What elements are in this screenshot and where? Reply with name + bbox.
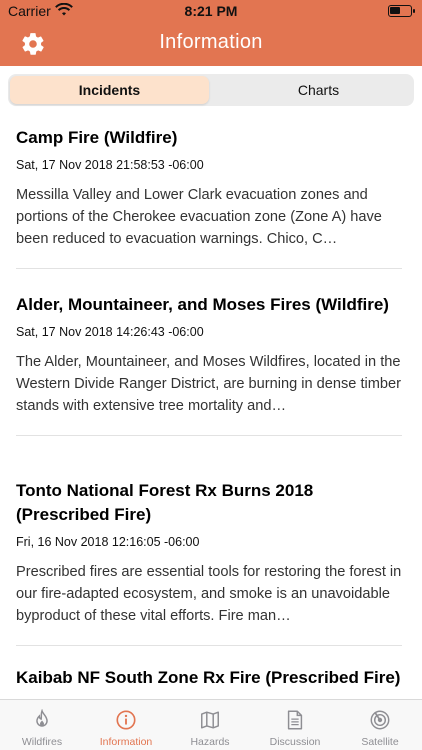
- tab-label: Satellite: [361, 736, 399, 748]
- list-item[interactable]: Alder, Mountaineer, and Moses Fires (Wil…: [0, 279, 422, 465]
- tab-label: Hazards: [190, 736, 230, 748]
- incident-date: Sat, 17 Nov 2018 21:58:53 -06:00: [16, 158, 204, 172]
- incident-description: Prescribed fires are essential tools for…: [16, 564, 402, 624]
- tab-bar: Wildfires Information Hazards Discussion: [0, 699, 422, 750]
- status-bar: Carrier 8:21 PM: [0, 0, 422, 22]
- tab-hazards[interactable]: Hazards: [168, 700, 252, 750]
- incident-title: Alder, Mountaineer, and Moses Fires (Wil…: [16, 295, 389, 314]
- segment-charts[interactable]: Charts: [219, 76, 418, 104]
- info-icon: [116, 710, 136, 730]
- incident-description: The Alder, Mountaineer, and Moses Wildfi…: [16, 354, 402, 414]
- incident-list[interactable]: Camp Fire (Wildfire) Sat, 17 Nov 2018 21…: [0, 112, 422, 699]
- tab-label: Discussion: [269, 736, 321, 748]
- status-time: 8:21 PM: [184, 3, 238, 19]
- flame-icon: [36, 709, 48, 727]
- tab-discussion[interactable]: Discussion: [253, 700, 337, 750]
- segmented-control: Incidents Charts: [8, 74, 414, 106]
- incident-title: Kaibab NF South Zone Rx Fire (Prescribed…: [16, 668, 401, 687]
- satellite-icon: [370, 710, 390, 730]
- tab-label: Information: [99, 736, 153, 748]
- divider: [16, 268, 402, 269]
- list-item[interactable]: Tonto National Forest Rx Burns 2018 (Pre…: [0, 465, 422, 652]
- list-item[interactable]: Kaibab NF South Zone Rx Fire (Prescribed…: [0, 652, 422, 690]
- incident-date: Fri, 16 Nov 2018 12:16:05 -06:00: [16, 535, 200, 549]
- document-icon: [287, 710, 303, 730]
- nav-bar: Information: [0, 22, 422, 66]
- list-item[interactable]: Camp Fire (Wildfire) Sat, 17 Nov 2018 21…: [0, 112, 422, 279]
- tab-wildfires[interactable]: Wildfires: [0, 700, 84, 750]
- tab-label: Wildfires: [21, 736, 63, 748]
- divider: [16, 435, 402, 436]
- segment-incidents[interactable]: Incidents: [10, 76, 209, 104]
- map-icon: [201, 711, 219, 729]
- battery-icon: [388, 5, 415, 17]
- divider: [16, 645, 402, 646]
- incident-date: Sat, 17 Nov 2018 14:26:43 -06:00: [16, 325, 204, 339]
- incident-title: Camp Fire (Wildfire): [16, 128, 178, 147]
- incident-description: Messilla Valley and Lower Clark evacuati…: [16, 187, 382, 247]
- tab-satellite[interactable]: Satellite: [338, 700, 422, 750]
- incident-title: Tonto National Forest Rx Burns 2018 (Pre…: [16, 481, 314, 524]
- tab-information[interactable]: Information: [84, 700, 168, 750]
- page-title: Information: [159, 31, 263, 53]
